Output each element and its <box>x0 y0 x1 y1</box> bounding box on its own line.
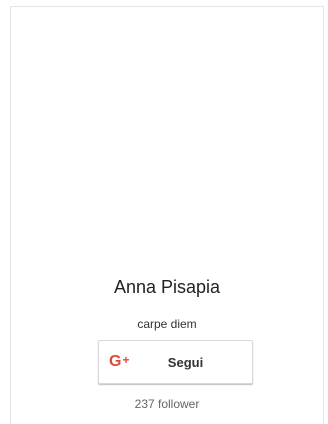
profile-name: Anna Pisapia <box>113 277 221 297</box>
follow-button-label: Segui <box>167 355 204 370</box>
profile-tagline: carpe diem <box>137 317 197 331</box>
cover-area <box>11 7 323 262</box>
follow-button[interactable]: G+ Segui <box>98 340 253 384</box>
follower-count: 237 follower <box>134 397 200 411</box>
profile-card: Anna Pisapia carpe diem G+ Segui 237 fol… <box>10 6 324 424</box>
